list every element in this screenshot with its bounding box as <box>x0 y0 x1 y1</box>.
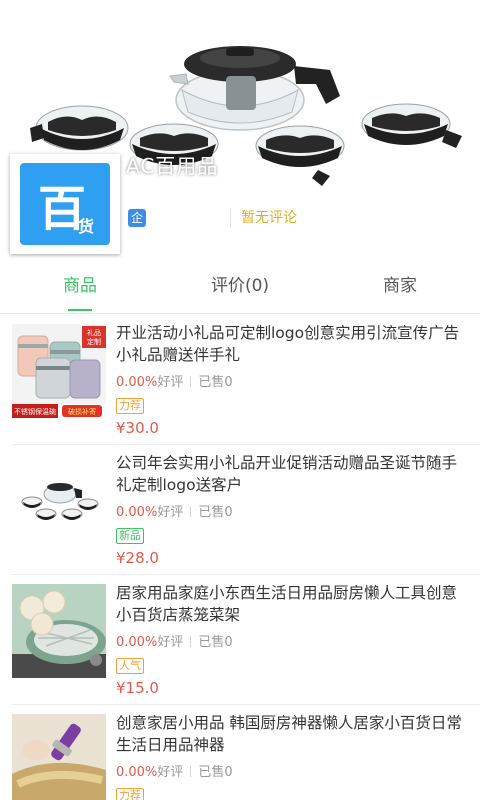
svg-text:礼品: 礼品 <box>87 328 101 337</box>
product-stats: 0.00%好评 已售0 <box>116 504 468 522</box>
rating-label: 好评 <box>157 765 184 780</box>
rating-percent: 0.00% <box>116 505 158 520</box>
store-logo-tile: 百 货 <box>20 163 110 245</box>
product-thumbnail[interactable] <box>12 454 106 548</box>
product-price: ¥15.0 <box>116 679 159 697</box>
product-thumbnail[interactable] <box>12 714 106 800</box>
rating-label: 好评 <box>157 505 184 520</box>
product-stats: 0.00%好评 已售0 <box>116 764 468 782</box>
product-thumbnail[interactable] <box>12 584 106 678</box>
product-item[interactable]: 居家用品家庭小东西生活日用品厨房懒人工具创意小百货店蒸笼菜架 0.00%好评 已售… <box>0 574 480 704</box>
review-status[interactable]: 暂无评论 <box>230 208 297 228</box>
product-info: 居家用品家庭小东西生活日用品厨房懒人工具创意小百货店蒸笼菜架 0.00%好评 已售… <box>116 582 468 698</box>
product-title[interactable]: 开业活动小礼品可定制logo创意实用引流宣传广告小礼品赠送伴手礼 <box>116 322 468 366</box>
product-tag: 力荐 <box>116 788 144 800</box>
steamer-rack-image <box>12 584 106 678</box>
product-tag: 力荐 <box>116 398 144 414</box>
store-name: AC百用品 <box>126 154 219 178</box>
product-tag: 人气 <box>116 658 144 674</box>
store-header: AC百用品 百 货 企 暂无评论 <box>0 0 480 262</box>
product-tag: 新品 <box>116 528 144 544</box>
sold-count: 已售0 <box>198 635 233 650</box>
product-info: 创意家居小用品 韩国厨房神器懒人居家小百货日常生活日用品神器 0.00%好评 已售… <box>116 712 468 800</box>
tab-products[interactable]: 商品 <box>0 262 160 313</box>
stats-divider <box>190 376 192 387</box>
product-item[interactable]: 公司年会实用小礼品开业促销活动赠品圣诞节随手礼定制logo送客户 0.00%好评… <box>0 444 480 574</box>
product-list: 礼品 定制 不锈钢保温碗 破损补寄 开业活动小礼品可定制logo创意实用引流宣传… <box>0 314 480 800</box>
product-info: 公司年会实用小礼品开业促销活动赠品圣诞节随手礼定制logo送客户 0.00%好评… <box>116 452 468 568</box>
product-info: 开业活动小礼品可定制logo创意实用引流宣传广告小礼品赠送伴手礼 0.00%好评… <box>116 322 468 438</box>
store-tabs: 商品 评价(0) 商家 <box>0 262 480 314</box>
rating-label: 好评 <box>157 635 184 650</box>
product-price: ¥28.0 <box>116 549 159 567</box>
stats-divider <box>190 766 192 777</box>
store-logo-char-small: 货 <box>78 217 95 236</box>
product-item[interactable]: 礼品 定制 不锈钢保温碗 破损补寄 开业活动小礼品可定制logo创意实用引流宣传… <box>0 314 480 444</box>
sold-count: 已售0 <box>198 375 233 390</box>
tab-merchant[interactable]: 商家 <box>320 262 480 313</box>
rating-percent: 0.00% <box>116 765 158 780</box>
sold-count: 已售0 <box>198 505 233 520</box>
product-price: ¥30.0 <box>116 419 159 437</box>
product-stats: 0.00%好评 已售0 <box>116 374 468 392</box>
rating-label: 好评 <box>157 375 184 390</box>
rating-percent: 0.00% <box>116 635 158 650</box>
product-stats: 0.00%好评 已售0 <box>116 634 468 652</box>
tab-reviews[interactable]: 评价(0) <box>160 262 320 313</box>
svg-text:定制: 定制 <box>87 337 101 346</box>
product-title[interactable]: 公司年会实用小礼品开业促销活动赠品圣诞节随手礼定制logo送客户 <box>116 452 468 496</box>
rating-percent: 0.00% <box>116 375 158 390</box>
product-item[interactable]: 创意家居小用品 韩国厨房神器懒人居家小百货日常生活日用品神器 0.00%好评 已售… <box>0 704 480 800</box>
product-thumbnail[interactable]: 礼品 定制 不锈钢保温碗 破损补寄 <box>12 324 106 418</box>
enterprise-badge: 企 <box>128 209 146 227</box>
product-title[interactable]: 居家用品家庭小东西生活日用品厨房懒人工具创意小百货店蒸笼菜架 <box>116 582 468 626</box>
product-title[interactable]: 创意家居小用品 韩国厨房神器懒人居家小百货日常生活日用品神器 <box>116 712 468 756</box>
kitchen-gadget-image <box>12 714 106 800</box>
sold-count: 已售0 <box>198 765 233 780</box>
insulated-bowl-image: 礼品 定制 不锈钢保温碗 破损补寄 <box>12 324 106 418</box>
store-logo[interactable]: 百 货 <box>10 154 120 254</box>
svg-text:不锈钢保温碗: 不锈钢保温碗 <box>14 407 56 416</box>
stats-divider <box>190 636 192 647</box>
teapot-set-image <box>12 454 106 548</box>
svg-text:破损补寄: 破损补寄 <box>68 407 96 416</box>
stats-divider <box>190 506 192 517</box>
